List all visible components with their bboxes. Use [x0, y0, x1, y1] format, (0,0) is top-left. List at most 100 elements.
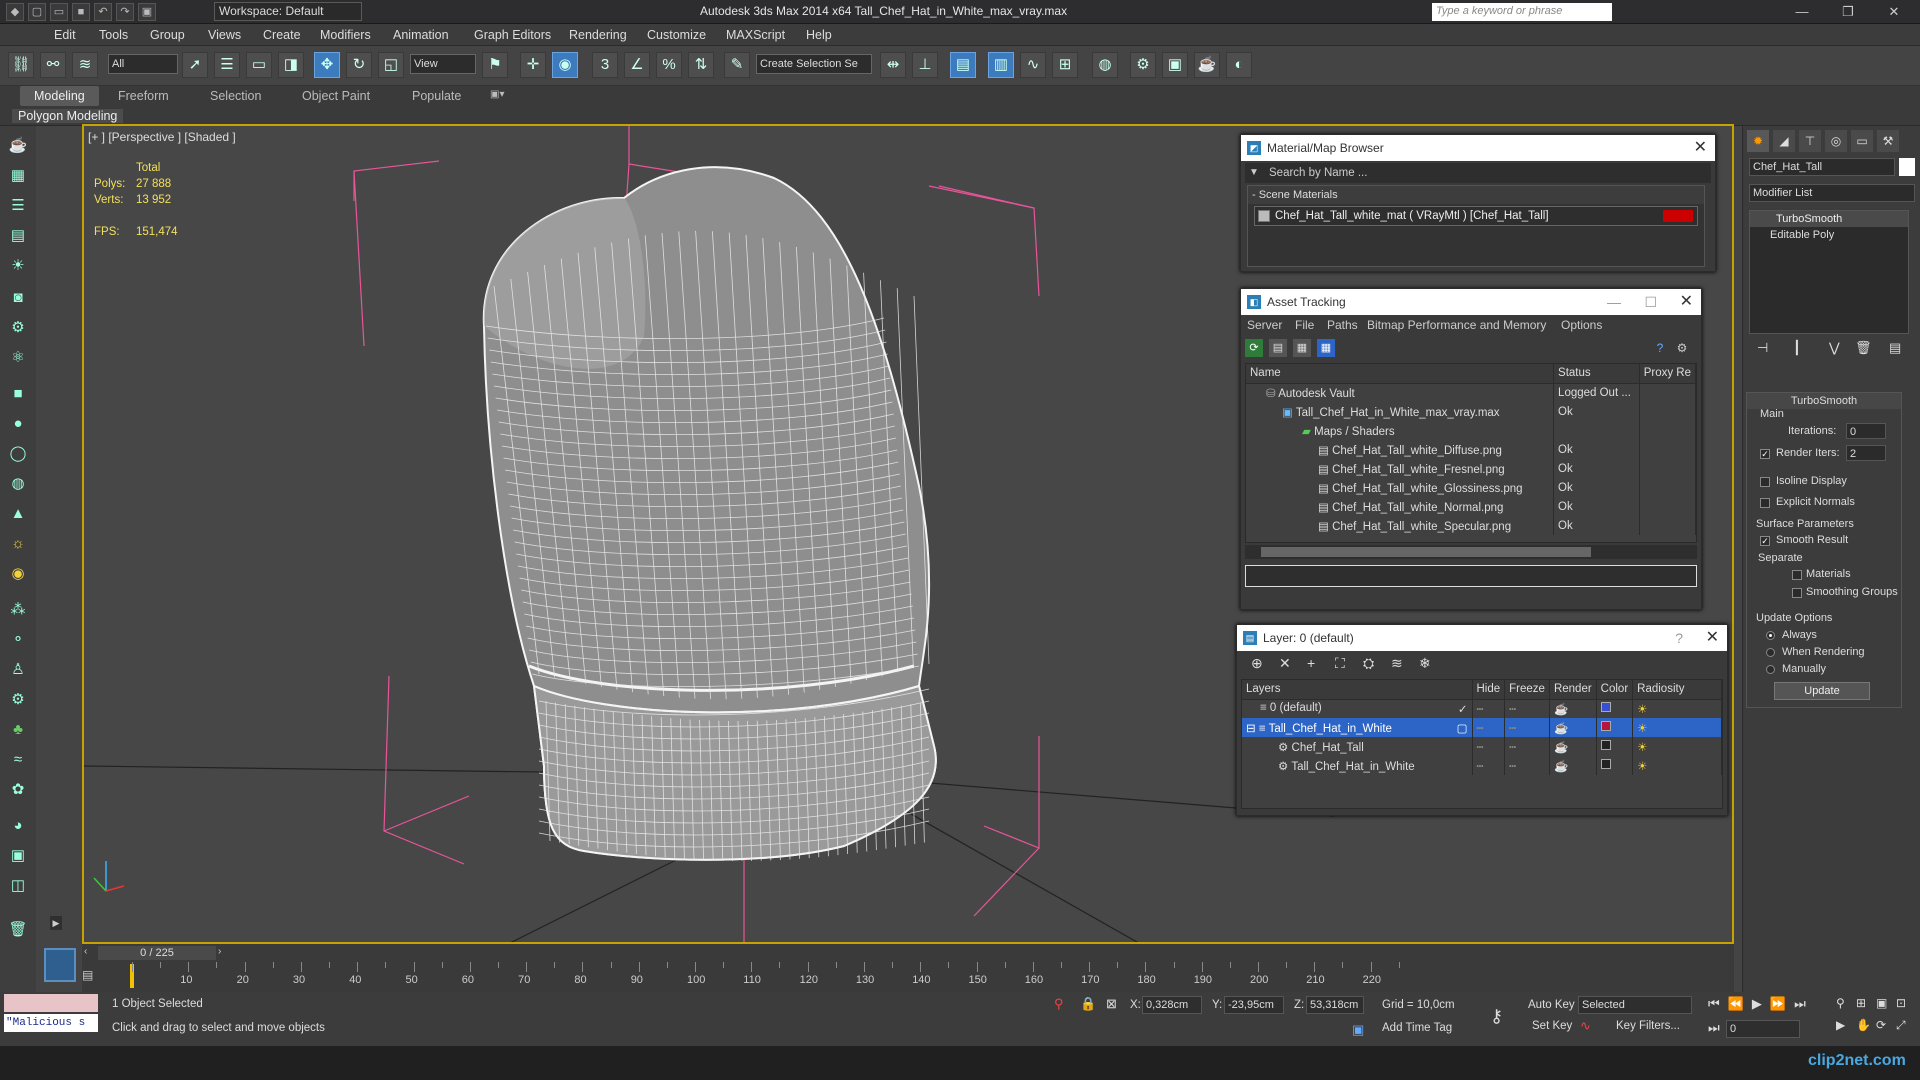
when-rendering-radio[interactable] — [1766, 648, 1775, 657]
layer-col-hide[interactable]: Hide — [1472, 680, 1506, 700]
tab-populate[interactable]: Populate — [412, 89, 461, 103]
table-row[interactable]: ▤ Chef_Hat_Tall_white_Fresnel.png Ok — [1246, 459, 1696, 478]
hierarchy-tab-icon[interactable]: ⊤ — [1799, 130, 1821, 152]
bones-icon[interactable]: ⚬ — [6, 628, 30, 652]
new-file-icon[interactable]: ▢ — [28, 3, 46, 21]
camera-icon[interactable]: ◙ — [6, 286, 30, 310]
particles-icon[interactable]: ⁂ — [6, 598, 30, 622]
scrollbar-thumb[interactable] — [1261, 547, 1591, 557]
stack-item-turbosmooth[interactable]: TurboSmooth — [1750, 211, 1908, 227]
utilities-tab-icon[interactable]: ⚒ — [1877, 130, 1899, 152]
pivot-center-icon[interactable]: ⚑ — [482, 52, 508, 78]
auto-key-button[interactable]: Auto Key — [1528, 999, 1575, 1011]
named-selection-dropdown[interactable]: Create Selection Se — [756, 54, 872, 74]
play-icon[interactable]: ▶ — [1752, 996, 1762, 1014]
table-icon[interactable]: ▤ — [6, 224, 30, 248]
render-teapot-icon[interactable]: ☕ — [1549, 737, 1597, 756]
asset-menu-options[interactable]: Options — [1561, 318, 1602, 332]
freeze-toggle[interactable]: ┅ — [1504, 718, 1550, 737]
menu-views[interactable]: Views — [208, 28, 241, 42]
select-by-name-icon[interactable]: ☰ — [214, 52, 240, 78]
restore-button[interactable]: ❐ — [1826, 0, 1870, 24]
cone-icon[interactable]: ▲ — [6, 502, 30, 526]
smooth-result-checkbox[interactable]: ✓ — [1760, 536, 1770, 546]
y-coordinate-field[interactable]: -23,95cm — [1224, 996, 1284, 1014]
freeze-toggle[interactable]: ┅ — [1504, 737, 1550, 756]
asset-horizontal-scrollbar[interactable] — [1245, 545, 1697, 559]
refresh-icon[interactable]: ⟳ — [1245, 339, 1263, 357]
turbosmooth-header[interactable]: TurboSmooth — [1747, 393, 1901, 409]
scale-icon[interactable]: ◱ — [378, 52, 404, 78]
table-row[interactable]: ▣ Tall_Chef_Hat_in_White_max_vray.max Ok — [1246, 402, 1696, 421]
zoom-extents-all-icon[interactable]: ⊡ — [1896, 996, 1906, 1010]
key-mode-icon[interactable]: ⏭ — [1708, 1020, 1720, 1036]
add-time-tag[interactable]: Add Time Tag — [1382, 1022, 1452, 1034]
edit-named-selection-icon[interactable]: ✎ — [724, 52, 750, 78]
track-bar[interactable]: ▤ 10 20 30 40 50 60 70 80 90 100 110 120 130 140 150 16… — [82, 962, 1734, 992]
asset-col-name[interactable]: Name — [1246, 364, 1555, 384]
gear-icon[interactable]: ⚙ — [6, 688, 30, 712]
tab-freeform[interactable]: Freeform — [118, 89, 169, 103]
material-search-input[interactable]: ▼ Search by Name ... — [1245, 163, 1711, 183]
tab-selection[interactable]: Selection — [210, 89, 261, 103]
menu-modifiers[interactable]: Modifiers — [320, 28, 371, 42]
asset-col-status[interactable]: Status — [1553, 364, 1640, 384]
hide-toggle[interactable]: ┅ — [1472, 756, 1506, 775]
stack-item-editable-poly[interactable]: Editable Poly — [1750, 227, 1908, 243]
current-layer-box-icon[interactable]: ▢ — [1457, 721, 1468, 735]
link-icon[interactable]: ⛓ — [8, 52, 34, 78]
field-of-view-icon[interactable]: ▶ — [1836, 1018, 1845, 1032]
rect-selection-icon[interactable]: ▭ — [246, 52, 272, 78]
rotate-icon[interactable]: ↻ — [346, 52, 372, 78]
scene-explorer-icon[interactable]: ▦ — [6, 164, 30, 188]
show-end-result-icon[interactable]: ┃ — [1793, 340, 1801, 356]
graphite-tools-icon[interactable]: ▥ — [988, 52, 1014, 78]
radiosity-icon[interactable]: ☀ — [1632, 718, 1722, 737]
expand-arrow-icon[interactable]: ▶ — [50, 916, 62, 930]
materials-checkbox[interactable] — [1792, 570, 1802, 580]
radiosity-icon[interactable]: ☀ — [1632, 737, 1722, 756]
layer-color-swatch[interactable] — [1600, 702, 1611, 713]
maxscript-listener[interactable]: "Malicious s — [4, 1014, 98, 1032]
pin-stack-icon[interactable]: ⊣ — [1757, 340, 1768, 356]
next-key-icon[interactable]: ⏩ — [1770, 996, 1786, 1014]
render-iters-checkbox[interactable]: ✓ — [1760, 449, 1770, 459]
light-icon[interactable]: ☀ — [6, 254, 30, 278]
current-frame-field[interactable]: 0 — [1726, 1020, 1800, 1038]
modifier-list-dropdown[interactable]: Modifier List — [1749, 184, 1915, 202]
thumbnail-view-icon[interactable]: ▦ — [1293, 339, 1311, 357]
motion-tab-icon[interactable]: ◎ — [1825, 130, 1847, 152]
keyword-search-input[interactable]: Type a keyword or phrase — [1432, 3, 1612, 21]
tab-modeling[interactable]: Modeling — [20, 86, 99, 106]
set-key-button[interactable]: Set Key — [1532, 1020, 1572, 1032]
angle-snap-icon[interactable]: ∠ — [624, 52, 650, 78]
minimize-button[interactable]: — — [1780, 0, 1824, 24]
layer-manager-icon[interactable]: ▤ — [950, 52, 976, 78]
iterations-spinner[interactable]: 0 — [1846, 423, 1886, 439]
menu-create[interactable]: Create — [263, 28, 301, 42]
menu-tools[interactable]: Tools — [99, 28, 128, 42]
layer-col-render[interactable]: Render — [1549, 680, 1597, 700]
undo-icon[interactable]: ↶ — [94, 3, 112, 21]
table-row[interactable]: ▤ Chef_Hat_Tall_white_Glossiness.png Ok — [1246, 478, 1696, 497]
table-row[interactable]: ▤ Chef_Hat_Tall_white_Diffuse.png Ok — [1246, 440, 1696, 459]
render-sphere-icon[interactable]: ◕ — [6, 814, 30, 838]
freeze-toggle[interactable]: ┅ — [1504, 699, 1550, 718]
table-row[interactable]: ▤ Chef_Hat_Tall_white_Specular.png Ok — [1246, 516, 1696, 535]
time-slider[interactable]: ‹ 0 / 225 › — [82, 944, 1734, 962]
maximize-viewport-icon[interactable]: ⤢ — [1896, 1018, 1906, 1033]
material-browser-close-button[interactable]: ✕ — [1694, 135, 1707, 161]
curve-editor-icon[interactable]: ∿ — [1020, 52, 1046, 78]
menu-animation[interactable]: Animation — [393, 28, 449, 42]
scene-materials-header[interactable]: - Scene Materials — [1248, 186, 1704, 204]
always-radio[interactable] — [1766, 631, 1775, 640]
asset-maximize-button[interactable]: ☐ — [1644, 289, 1657, 315]
table-row[interactable]: ⚙ Chef_Hat_Tall ┅ ┅ ☕ ☀ — [1242, 737, 1722, 756]
table-row[interactable]: ≡ 0 (default) ✓ ┅ ┅ ☕ ☀ — [1242, 699, 1722, 718]
asset-menu-server[interactable]: Server — [1247, 318, 1282, 332]
update-button[interactable]: Update — [1774, 682, 1870, 700]
asset-path-field[interactable] — [1245, 565, 1697, 587]
foliage-icon[interactable]: ♣ — [6, 718, 30, 742]
table-row[interactable]: ⛁ Autodesk Vault Logged Out ... — [1246, 383, 1696, 402]
hide-toggle[interactable]: ┅ — [1472, 737, 1506, 756]
